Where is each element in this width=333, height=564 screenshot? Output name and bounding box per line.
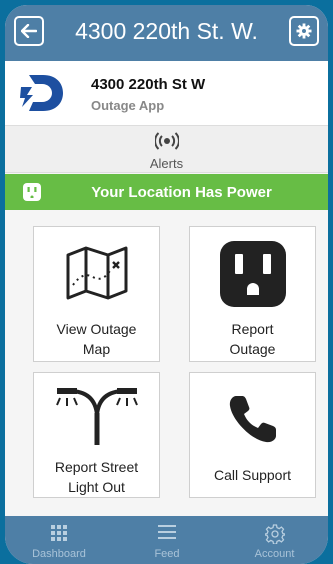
tab-account[interactable]: Account [221, 516, 328, 564]
report-street-light-label: Report Street Light Out [54, 459, 139, 495]
gear-icon [296, 23, 312, 39]
tab-dashboard-label: Dashboard [32, 548, 86, 560]
power-status-text: Your Location Has Power [91, 184, 272, 201]
report-street-light-tile[interactable]: Report Street Light Out [33, 372, 160, 498]
alerts-button[interactable]: Alerts [5, 125, 328, 173]
broadcast-icon [153, 132, 180, 150]
call-support-tile[interactable]: Call Support [189, 372, 316, 498]
report-outage-tile[interactable]: Report Outage [189, 226, 316, 362]
report-outage-label: Report Outage [229, 321, 276, 357]
tab-account-label: Account [254, 548, 295, 560]
header-bar: 4300 220th St. W. [5, 5, 328, 61]
street-light-icon [55, 388, 138, 445]
back-button[interactable] [14, 16, 44, 46]
utility-logo-icon [20, 75, 63, 111]
location-address: 4300 220th St W [91, 76, 206, 93]
action-grid: View Outage Map Report Outage Report Str… [5, 210, 328, 516]
app-name: Outage App [91, 98, 165, 113]
arrow-left-icon [21, 24, 37, 38]
bottom-tab-bar: Dashboard Feed Account [5, 516, 328, 564]
app-frame: 4300 220th St. W. 4300 220th St W Outage… [5, 5, 328, 564]
menu-lines-icon [158, 525, 176, 539]
view-outage-map-label: View Outage Map [56, 321, 137, 357]
tab-feed[interactable]: Feed [113, 516, 221, 564]
settings-button[interactable] [289, 16, 319, 46]
map-icon [66, 246, 127, 300]
power-status-banner: Your Location Has Power [5, 174, 328, 210]
tab-dashboard[interactable]: Dashboard [5, 516, 113, 564]
location-card: 4300 220th St W Outage App [5, 61, 328, 125]
tab-feed-label: Feed [154, 548, 180, 560]
alerts-label: Alerts [149, 156, 184, 171]
view-outage-map-tile[interactable]: View Outage Map [33, 226, 160, 362]
page-title: 4300 220th St. W. [75, 18, 258, 44]
gear-outline-icon [264, 524, 285, 544]
power-outlet-icon [219, 241, 286, 307]
grid-icon [51, 525, 67, 541]
phone-icon [229, 396, 276, 443]
call-support-label: Call Support [213, 467, 292, 483]
